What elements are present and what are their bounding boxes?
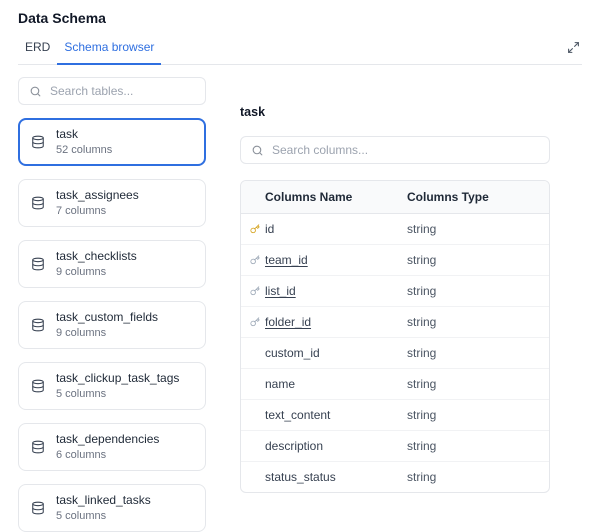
column-type: string — [395, 245, 549, 275]
column-name: status_status — [265, 470, 336, 484]
foreign-key-icon — [250, 286, 260, 296]
table-name: task_assignees — [56, 188, 139, 202]
table-item-text: task_dependencies 6 columns — [56, 432, 159, 462]
column-name-link[interactable]: list_id — [265, 284, 296, 298]
page-title: Data Schema — [18, 10, 582, 26]
search-tables-input[interactable] — [50, 84, 195, 98]
table-item-text: task_clickup_task_tags 5 columns — [56, 371, 179, 401]
table-name: task_linked_tasks — [56, 493, 151, 507]
column-name-cell: team_id — [241, 245, 395, 275]
column-name: name — [265, 377, 295, 391]
table-item-task-custom-fields[interactable]: task_custom_fields 9 columns — [18, 301, 206, 349]
column-name-cell: name — [241, 369, 395, 399]
table-item-task-dependencies[interactable]: task_dependencies 6 columns — [18, 423, 206, 471]
search-icon — [29, 85, 42, 98]
table-item-text: task 52 columns — [56, 127, 112, 157]
column-type: string — [395, 369, 549, 399]
column-name-cell: id — [241, 214, 395, 244]
column-row-id[interactable]: id string — [241, 214, 549, 244]
table-item-task-linked-tasks[interactable]: task_linked_tasks 5 columns — [18, 484, 206, 532]
header-columns-type: Columns Type — [395, 181, 549, 213]
database-icon — [31, 135, 45, 149]
foreign-key-icon — [250, 317, 260, 327]
table-name: task — [56, 127, 112, 141]
table-name: task_clickup_task_tags — [56, 371, 179, 385]
database-icon — [31, 379, 45, 393]
columns-table-header: Columns Name Columns Type — [241, 181, 549, 214]
data-schema-panel: Data Schema ERD Schema browser task 52 c… — [0, 0, 600, 501]
column-name-cell: text_content — [241, 400, 395, 430]
tab-bar: ERD Schema browser — [18, 35, 582, 65]
database-icon — [31, 501, 45, 515]
column-row-description[interactable]: description string — [241, 430, 549, 461]
search-columns-input[interactable] — [272, 143, 539, 157]
table-column-count: 9 columns — [56, 327, 158, 340]
selected-table-title: task — [240, 105, 550, 119]
column-name: id — [265, 222, 274, 236]
fullscreen-button[interactable] — [563, 37, 582, 64]
column-row-custom-id[interactable]: custom_id string — [241, 337, 549, 368]
column-type: string — [395, 307, 549, 337]
database-icon — [31, 318, 45, 332]
column-row-name[interactable]: name string — [241, 368, 549, 399]
search-tables-box — [18, 77, 206, 105]
table-name: task_checklists — [56, 249, 137, 263]
column-type: string — [395, 431, 549, 461]
search-columns-box — [240, 136, 550, 164]
column-name-cell: custom_id — [241, 338, 395, 368]
column-type: string — [395, 214, 549, 244]
table-item-text: task_assignees 7 columns — [56, 188, 139, 218]
tables-sidebar: task 52 columns task_assignees 7 columns… — [18, 77, 206, 508]
table-item-text: task_custom_fields 9 columns — [56, 310, 158, 340]
column-name-link[interactable]: team_id — [265, 253, 308, 267]
search-icon — [251, 144, 264, 157]
column-type: string — [395, 462, 549, 492]
column-name: custom_id — [265, 346, 320, 360]
column-type: string — [395, 338, 549, 368]
table-item-task-assignees[interactable]: task_assignees 7 columns — [18, 179, 206, 227]
table-item-task-clickup-task-tags[interactable]: task_clickup_task_tags 5 columns — [18, 362, 206, 410]
table-item-text: task_checklists 9 columns — [56, 249, 137, 279]
maximize-icon — [567, 41, 580, 54]
column-type: string — [395, 276, 549, 306]
tab-erd[interactable]: ERD — [18, 35, 57, 65]
table-column-count: 9 columns — [56, 266, 137, 279]
column-row-status-status[interactable]: status_status string — [241, 461, 549, 492]
column-row-text-content[interactable]: text_content string — [241, 399, 549, 430]
database-icon — [31, 196, 45, 210]
table-column-count: 52 columns — [56, 144, 112, 157]
column-row-team-id[interactable]: team_id string — [241, 244, 549, 275]
database-icon — [31, 257, 45, 271]
column-name-cell: description — [241, 431, 395, 461]
column-name-link[interactable]: folder_id — [265, 315, 311, 329]
schema-browser-content: task 52 columns task_assignees 7 columns… — [18, 77, 582, 508]
column-row-folder-id[interactable]: folder_id string — [241, 306, 549, 337]
table-detail-panel: task Columns Name Columns Type id string — [222, 77, 582, 508]
tab-schema-browser[interactable]: Schema browser — [57, 35, 161, 65]
table-name: task_custom_fields — [56, 310, 158, 324]
primary-key-icon — [250, 224, 260, 234]
column-name: description — [265, 439, 323, 453]
column-name: text_content — [265, 408, 330, 422]
column-name-cell: list_id — [241, 276, 395, 306]
table-column-count: 5 columns — [56, 510, 151, 523]
table-item-task-checklists[interactable]: task_checklists 9 columns — [18, 240, 206, 288]
foreign-key-icon — [250, 255, 260, 265]
column-type: string — [395, 400, 549, 430]
database-icon — [31, 440, 45, 454]
column-row-list-id[interactable]: list_id string — [241, 275, 549, 306]
table-column-count: 7 columns — [56, 205, 139, 218]
table-item-task[interactable]: task 52 columns — [18, 118, 206, 166]
column-name-cell: status_status — [241, 462, 395, 492]
table-column-count: 6 columns — [56, 449, 159, 462]
column-name-cell: folder_id — [241, 307, 395, 337]
header-columns-name: Columns Name — [241, 181, 395, 213]
table-column-count: 5 columns — [56, 388, 179, 401]
table-name: task_dependencies — [56, 432, 159, 446]
table-item-text: task_linked_tasks 5 columns — [56, 493, 151, 523]
columns-table: Columns Name Columns Type id string team… — [240, 180, 550, 493]
